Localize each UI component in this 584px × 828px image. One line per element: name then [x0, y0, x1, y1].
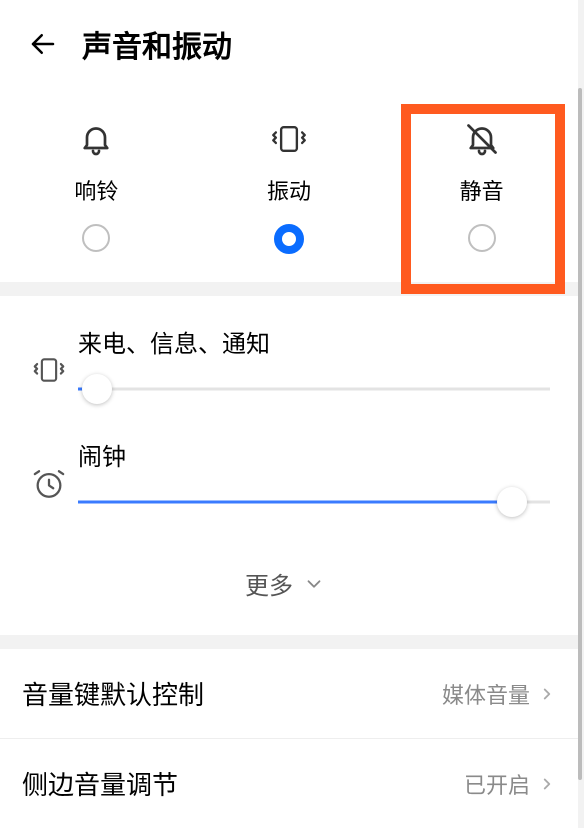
vibrate-icon: [30, 354, 68, 386]
alarm-clock-icon: [32, 467, 66, 501]
settings-list: 音量键默认控制 媒体音量 侧边音量调节 已开启: [0, 649, 578, 828]
radio-silent[interactable]: [468, 224, 496, 252]
mode-vibrate[interactable]: 振动: [209, 116, 369, 254]
slider-label: 来电、信息、通知: [78, 324, 550, 359]
setting-label: 侧边音量调节: [22, 765, 178, 802]
mode-label: 响铃: [74, 174, 118, 206]
radio-ring[interactable]: [82, 224, 110, 252]
radio-vibrate[interactable]: [274, 224, 304, 254]
header: 声音和振动: [0, 0, 578, 88]
setting-label: 音量键默认控制: [22, 675, 204, 712]
arrow-left-icon: [28, 29, 58, 59]
slider-thumb[interactable]: [497, 487, 527, 517]
setting-side-volume[interactable]: 侧边音量调节 已开启: [0, 739, 578, 828]
chevron-down-icon: [303, 573, 325, 595]
mode-ring[interactable]: 响铃: [16, 116, 176, 254]
slider-notify-row: 来电、信息、通知: [20, 324, 550, 403]
section-divider: [0, 282, 578, 296]
setting-value: 媒体音量: [442, 678, 530, 710]
chevron-right-icon: [538, 685, 556, 703]
mode-label: 振动: [267, 174, 311, 206]
vibrate-icon: [268, 121, 310, 157]
more-button[interactable]: 更多: [20, 550, 550, 627]
more-label: 更多: [245, 566, 293, 601]
section-divider: [0, 635, 578, 649]
slider-alarm-row: 闹钟: [20, 437, 550, 516]
setting-volume-key[interactable]: 音量键默认控制 媒体音量: [0, 649, 578, 739]
mode-silent[interactable]: 静音: [402, 116, 562, 254]
slider-alarm[interactable]: [78, 488, 550, 516]
scrollbar[interactable]: [578, 88, 582, 780]
back-button[interactable]: [26, 27, 60, 61]
sound-mode-row: 响铃 振动 静音: [0, 88, 578, 282]
setting-value: 已开启: [464, 768, 530, 800]
slider-label: 闹钟: [78, 437, 550, 472]
volume-sliders: 来电、信息、通知 闹钟 更多: [0, 296, 578, 635]
chevron-right-icon: [538, 775, 556, 793]
bell-off-icon: [464, 121, 500, 157]
mode-label: 静音: [460, 174, 504, 206]
slider-notify[interactable]: [78, 375, 550, 403]
slider-thumb[interactable]: [82, 374, 112, 404]
page-title: 声音和振动: [82, 22, 232, 66]
bell-icon: [78, 121, 114, 157]
